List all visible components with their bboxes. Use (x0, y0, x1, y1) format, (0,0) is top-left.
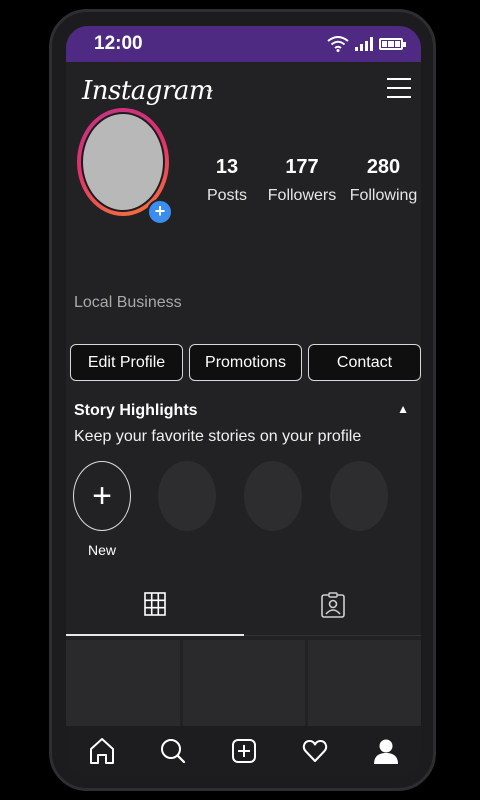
tab-tagged[interactable] (244, 574, 421, 636)
instagram-logo[interactable]: Instagram (82, 76, 214, 106)
profile-tabs (66, 574, 421, 636)
plus-icon: + (92, 477, 112, 515)
avatar (83, 114, 163, 210)
chevron-down-icon[interactable]: ⌄ (204, 80, 216, 97)
chevron-up-icon[interactable]: ▲ (397, 402, 409, 416)
phone-frame: 12:00 Instagram ⌄ + 13 Posts 177 Followe… (49, 9, 436, 791)
profile-icon[interactable] (373, 737, 399, 765)
profile-stats: 13 Posts 177 Followers 280 Following (196, 156, 421, 205)
search-icon[interactable] (160, 737, 186, 765)
posts-grid (66, 640, 421, 732)
promotions-button[interactable]: Promotions (189, 344, 302, 381)
battery-icon (379, 38, 406, 50)
post-thumbnail[interactable] (66, 640, 181, 732)
new-highlight-label: New (88, 542, 117, 558)
tagged-icon (321, 591, 345, 618)
app-screen: 12:00 Instagram ⌄ + 13 Posts 177 Followe… (66, 26, 421, 776)
tab-posts-grid[interactable] (66, 574, 244, 636)
highlights-subtitle: Keep your favorite stories on your profi… (74, 428, 362, 445)
bottom-nav (66, 726, 421, 776)
highlight-placeholder (330, 461, 388, 531)
status-bar: 12:00 (66, 26, 421, 62)
new-highlight-button[interactable]: + (73, 461, 131, 531)
stat-following[interactable]: 280 Following (346, 156, 421, 205)
signal-icon (355, 37, 373, 51)
profile-category: Local Business (74, 294, 182, 311)
hamburger-menu-icon[interactable] (387, 78, 411, 105)
highlight-placeholder (158, 461, 216, 531)
status-time: 12:00 (94, 33, 143, 54)
heart-icon[interactable] (302, 737, 328, 765)
home-icon[interactable] (89, 737, 115, 765)
wifi-icon (327, 36, 349, 52)
add-post-icon[interactable] (231, 737, 257, 765)
contact-button[interactable]: Contact (308, 344, 421, 381)
highlights-title: Story Highlights (74, 402, 198, 419)
highlight-placeholder (244, 461, 302, 531)
post-thumbnail[interactable] (183, 640, 305, 732)
profile-actions: Edit Profile Promotions Contact (70, 344, 421, 381)
stat-followers[interactable]: 177 Followers (258, 156, 346, 205)
add-story-plus-icon[interactable]: + (147, 199, 173, 225)
post-thumbnail[interactable] (307, 640, 421, 732)
edit-profile-button[interactable]: Edit Profile (70, 344, 183, 381)
stat-posts[interactable]: 13 Posts (196, 156, 258, 205)
grid-icon (144, 592, 166, 616)
